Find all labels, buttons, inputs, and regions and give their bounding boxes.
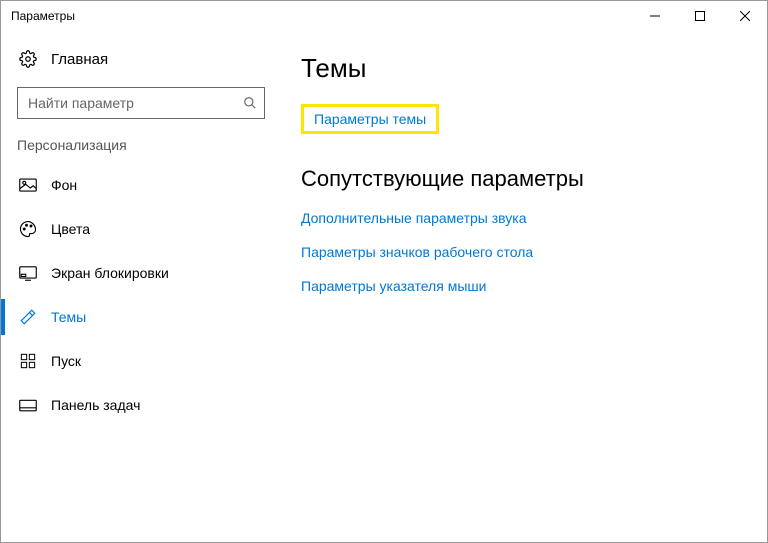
maximize-button[interactable] xyxy=(677,1,722,31)
start-icon xyxy=(17,353,39,369)
sidebar-item-label: Экран блокировки xyxy=(51,265,169,281)
sidebar-item-label: Темы xyxy=(51,309,86,325)
sidebar-item-themes[interactable]: Темы xyxy=(1,295,281,339)
theme-settings-link-highlight: Параметры темы xyxy=(301,104,439,134)
theme-settings-link[interactable]: Параметры темы xyxy=(314,111,426,127)
palette-icon xyxy=(17,220,39,238)
image-icon xyxy=(17,178,39,192)
related-link-desktop-icons[interactable]: Параметры значков рабочего стола xyxy=(301,244,747,260)
sidebar-home-label: Главная xyxy=(51,51,108,68)
gear-icon xyxy=(17,50,39,68)
related-heading: Сопутствующие параметры xyxy=(301,166,747,192)
related-links: Дополнительные параметры звука Параметры… xyxy=(301,210,747,294)
search-icon xyxy=(243,96,257,110)
sidebar-item-label: Пуск xyxy=(51,353,81,369)
sidebar-home[interactable]: Главная xyxy=(1,39,281,79)
content-area: Темы Параметры темы Сопутствующие параме… xyxy=(281,31,767,542)
search-container xyxy=(17,87,265,119)
sidebar-item-taskbar[interactable]: Панель задач xyxy=(1,383,281,427)
related-link-mouse-pointer[interactable]: Параметры указателя мыши xyxy=(301,278,747,294)
theme-icon xyxy=(17,308,39,326)
sidebar-item-label: Цвета xyxy=(51,221,90,237)
titlebar: Параметры xyxy=(1,1,767,31)
lockscreen-icon xyxy=(17,266,39,281)
search-input[interactable] xyxy=(17,87,265,119)
related-link-sound[interactable]: Дополнительные параметры звука xyxy=(301,210,747,226)
close-button[interactable] xyxy=(722,1,767,31)
sidebar-item-start[interactable]: Пуск xyxy=(1,339,281,383)
sidebar-item-background[interactable]: Фон xyxy=(1,163,281,207)
window-title: Параметры xyxy=(11,9,632,23)
sidebar-item-label: Панель задач xyxy=(51,397,140,413)
sidebar-item-colors[interactable]: Цвета xyxy=(1,207,281,251)
sidebar: Главная Персонализация Фон xyxy=(1,31,281,542)
minimize-button[interactable] xyxy=(632,1,677,31)
sidebar-section-label: Персонализация xyxy=(1,137,281,163)
sidebar-item-lockscreen[interactable]: Экран блокировки xyxy=(1,251,281,295)
page-title: Темы xyxy=(301,53,747,84)
taskbar-icon xyxy=(17,399,39,412)
window-controls xyxy=(632,1,767,31)
sidebar-item-label: Фон xyxy=(51,177,77,193)
